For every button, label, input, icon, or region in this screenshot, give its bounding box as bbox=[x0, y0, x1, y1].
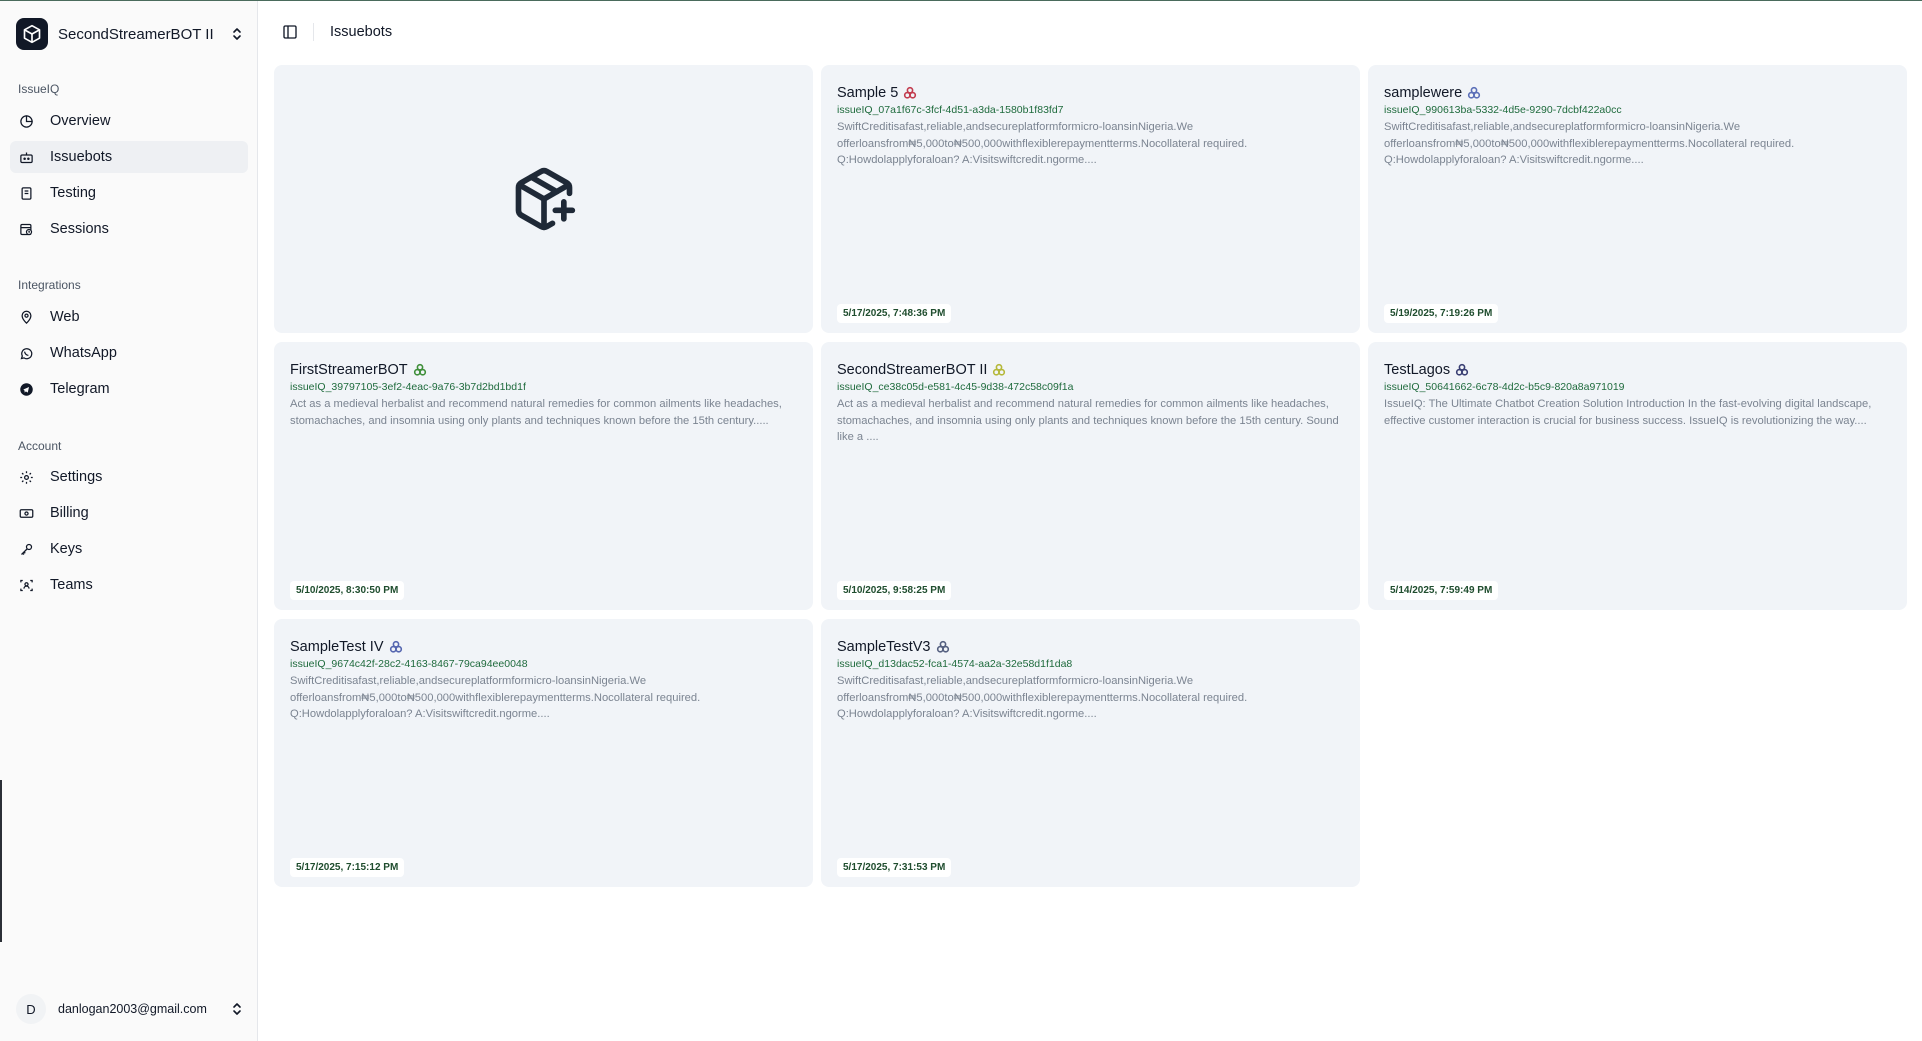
trefoil-icon bbox=[1456, 363, 1469, 376]
sidebar-item-sessions[interactable]: Sessions bbox=[10, 213, 248, 245]
bot-name: samplewere bbox=[1384, 85, 1463, 101]
sidebar-item-label: Web bbox=[50, 309, 80, 325]
add-issuebot-card[interactable] bbox=[274, 65, 813, 333]
panel-left-icon bbox=[283, 25, 297, 39]
org-name: SecondStreamerBOT II bbox=[58, 25, 214, 43]
created-date-badge: 5/19/2025, 7:19:26 PM bbox=[1384, 304, 1499, 323]
bot-description: Act as a medieval herbalist and recommen… bbox=[837, 398, 1339, 443]
breadcrumb: Issuebots bbox=[330, 24, 393, 40]
group-label-account: Account bbox=[18, 439, 62, 453]
bot-name: SampleTest IV bbox=[290, 639, 384, 655]
sidebar-item-billing[interactable]: Billing bbox=[10, 497, 248, 529]
trefoil-icon bbox=[1468, 86, 1481, 99]
bot-id: issueIQ_39797105-3ef2-4eac-9a76-3b7d2bd1… bbox=[290, 381, 526, 393]
sidebar-item-whatsapp[interactable]: WhatsApp bbox=[10, 337, 248, 369]
created-date-badge: 5/17/2025, 7:15:12 PM bbox=[290, 858, 405, 877]
issuebot-card[interactable]: SecondStreamerBOT II issueIQ_ce38c05d-e5… bbox=[821, 342, 1360, 610]
issuebot-card[interactable]: Sample 5 issueIQ_07a1f67c-3fcf-4d51-a3da… bbox=[821, 65, 1360, 333]
sidebar-item-label: Sessions bbox=[50, 221, 109, 237]
bot-name: FirstStreamerBOT bbox=[290, 362, 408, 378]
sidebar-item-testing[interactable]: Testing bbox=[10, 177, 248, 209]
sidebar-item-label: Issuebots bbox=[50, 149, 113, 165]
sidebar-item-label: Telegram bbox=[50, 381, 110, 397]
calendar-clock-icon bbox=[18, 221, 34, 237]
created-date-badge: 5/14/2025, 7:59:49 PM bbox=[1384, 581, 1499, 600]
chevrons-up-down-icon bbox=[230, 1000, 244, 1018]
bot-description: Act as a medieval herbalist and recommen… bbox=[290, 398, 782, 427]
trefoil-icon bbox=[904, 86, 917, 99]
sidebar-item-label: Keys bbox=[50, 541, 83, 557]
sidebar-toggle-button[interactable] bbox=[276, 18, 304, 46]
sidebar: SecondStreamerBOT II IssueIQ Overview Is… bbox=[0, 1, 258, 1041]
bot-name: TestLagos bbox=[1384, 362, 1451, 378]
issuebot-card[interactable]: FirstStreamerBOT issueIQ_39797105-3ef2-4… bbox=[274, 342, 813, 610]
sidebar-item-overview[interactable]: Overview bbox=[10, 105, 248, 137]
group-label-integrations: Integrations bbox=[18, 278, 81, 292]
sidebar-item-web[interactable]: Web bbox=[10, 301, 248, 333]
user-menu[interactable]: D danlogan2003@gmail.com bbox=[16, 993, 244, 1025]
sidebar-item-issuebots[interactable]: Issuebots bbox=[10, 141, 248, 173]
bot-name: SampleTestV3 bbox=[837, 639, 931, 655]
bot-name: Sample 5 bbox=[837, 85, 899, 101]
bot-id: issueIQ_9674c42f-28c2-4163-8467-79ca94ee… bbox=[290, 658, 528, 670]
bot-description: SwiftCreditisafast,reliable,andsecurepla… bbox=[290, 675, 701, 720]
clipboard-icon bbox=[18, 185, 34, 201]
sidebar-item-label: Testing bbox=[50, 185, 96, 201]
pie-chart-icon bbox=[18, 113, 34, 129]
user-email: danlogan2003@gmail.com bbox=[58, 1002, 207, 1016]
page-header: Issuebots bbox=[259, 1, 1922, 63]
issuebot-card[interactable]: samplewere issueIQ_990613ba-5332-4d5e-92… bbox=[1368, 65, 1907, 333]
header-divider bbox=[313, 23, 314, 41]
sidebar-item-label: Settings bbox=[50, 469, 103, 485]
box-logo-icon bbox=[16, 18, 48, 50]
sidebar-item-label: Overview bbox=[50, 113, 111, 129]
group-label-issueiq: IssueIQ bbox=[18, 82, 60, 96]
bot-description: IssueIQ: The Ultimate Chatbot Creation S… bbox=[1384, 398, 1872, 427]
bot-name: SecondStreamerBOT II bbox=[837, 362, 988, 378]
issuebot-card[interactable]: TestLagos issueIQ_50641662-6c78-4d2c-b5c… bbox=[1368, 342, 1907, 610]
sidebar-item-label: Billing bbox=[50, 505, 89, 521]
whatsapp-icon bbox=[18, 345, 34, 361]
created-date-badge: 5/17/2025, 7:48:36 PM bbox=[837, 304, 952, 323]
created-date-badge: 5/10/2025, 9:58:25 PM bbox=[837, 581, 952, 600]
sidebar-item-label: WhatsApp bbox=[50, 345, 117, 361]
bot-id: issueIQ_50641662-6c78-4d2c-b5c9-820a8a97… bbox=[1384, 381, 1625, 393]
issuebot-card[interactable]: SampleTestV3 issueIQ_d13dac52-fca1-4574-… bbox=[821, 619, 1360, 887]
avatar: D bbox=[16, 994, 46, 1024]
sidebar-item-settings[interactable]: Settings bbox=[10, 461, 248, 493]
trefoil-icon bbox=[936, 640, 949, 653]
bot-description: SwiftCreditisafast,reliable,andsecurepla… bbox=[837, 121, 1248, 166]
sidebar-item-label: Teams bbox=[50, 577, 93, 593]
bot-id: issueIQ_d13dac52-fca1-4574-aa2a-32e58d1f… bbox=[837, 658, 1073, 670]
location-pin-icon bbox=[18, 309, 34, 325]
window-edge bbox=[0, 780, 2, 942]
package-plus-icon bbox=[515, 167, 575, 231]
chevrons-up-down-icon bbox=[230, 25, 244, 43]
banknote-icon bbox=[18, 505, 34, 521]
gear-icon bbox=[18, 469, 34, 485]
bot-id: issueIQ_990613ba-5332-4d5e-9290-7dcbf422… bbox=[1384, 104, 1622, 116]
team-icon bbox=[18, 577, 34, 593]
sidebar-item-teams[interactable]: Teams bbox=[10, 569, 248, 601]
sidebar-item-telegram[interactable]: Telegram bbox=[10, 373, 248, 405]
created-date-badge: 5/17/2025, 7:31:53 PM bbox=[837, 858, 952, 877]
key-icon bbox=[18, 541, 34, 557]
bot-id: issueIQ_07a1f67c-3fcf-4d51-a3da-1580b1f8… bbox=[837, 104, 1064, 116]
bot-id: issueIQ_ce38c05d-e581-4c45-9d38-472c58c0… bbox=[837, 381, 1074, 393]
bot-description: SwiftCreditisafast,reliable,andsecurepla… bbox=[1384, 121, 1795, 166]
bot-icon bbox=[18, 149, 34, 165]
sidebar-item-keys[interactable]: Keys bbox=[10, 533, 248, 565]
telegram-icon bbox=[18, 381, 34, 397]
trefoil-icon bbox=[413, 363, 426, 376]
trefoil-icon bbox=[389, 640, 402, 653]
created-date-badge: 5/10/2025, 8:30:50 PM bbox=[290, 581, 405, 600]
bot-description: SwiftCreditisafast,reliable,andsecurepla… bbox=[837, 675, 1248, 720]
issuebot-card[interactable]: SampleTest IV issueIQ_9674c42f-28c2-4163… bbox=[274, 619, 813, 887]
trefoil-icon bbox=[993, 363, 1006, 376]
org-switcher[interactable]: SecondStreamerBOT II bbox=[16, 16, 244, 52]
